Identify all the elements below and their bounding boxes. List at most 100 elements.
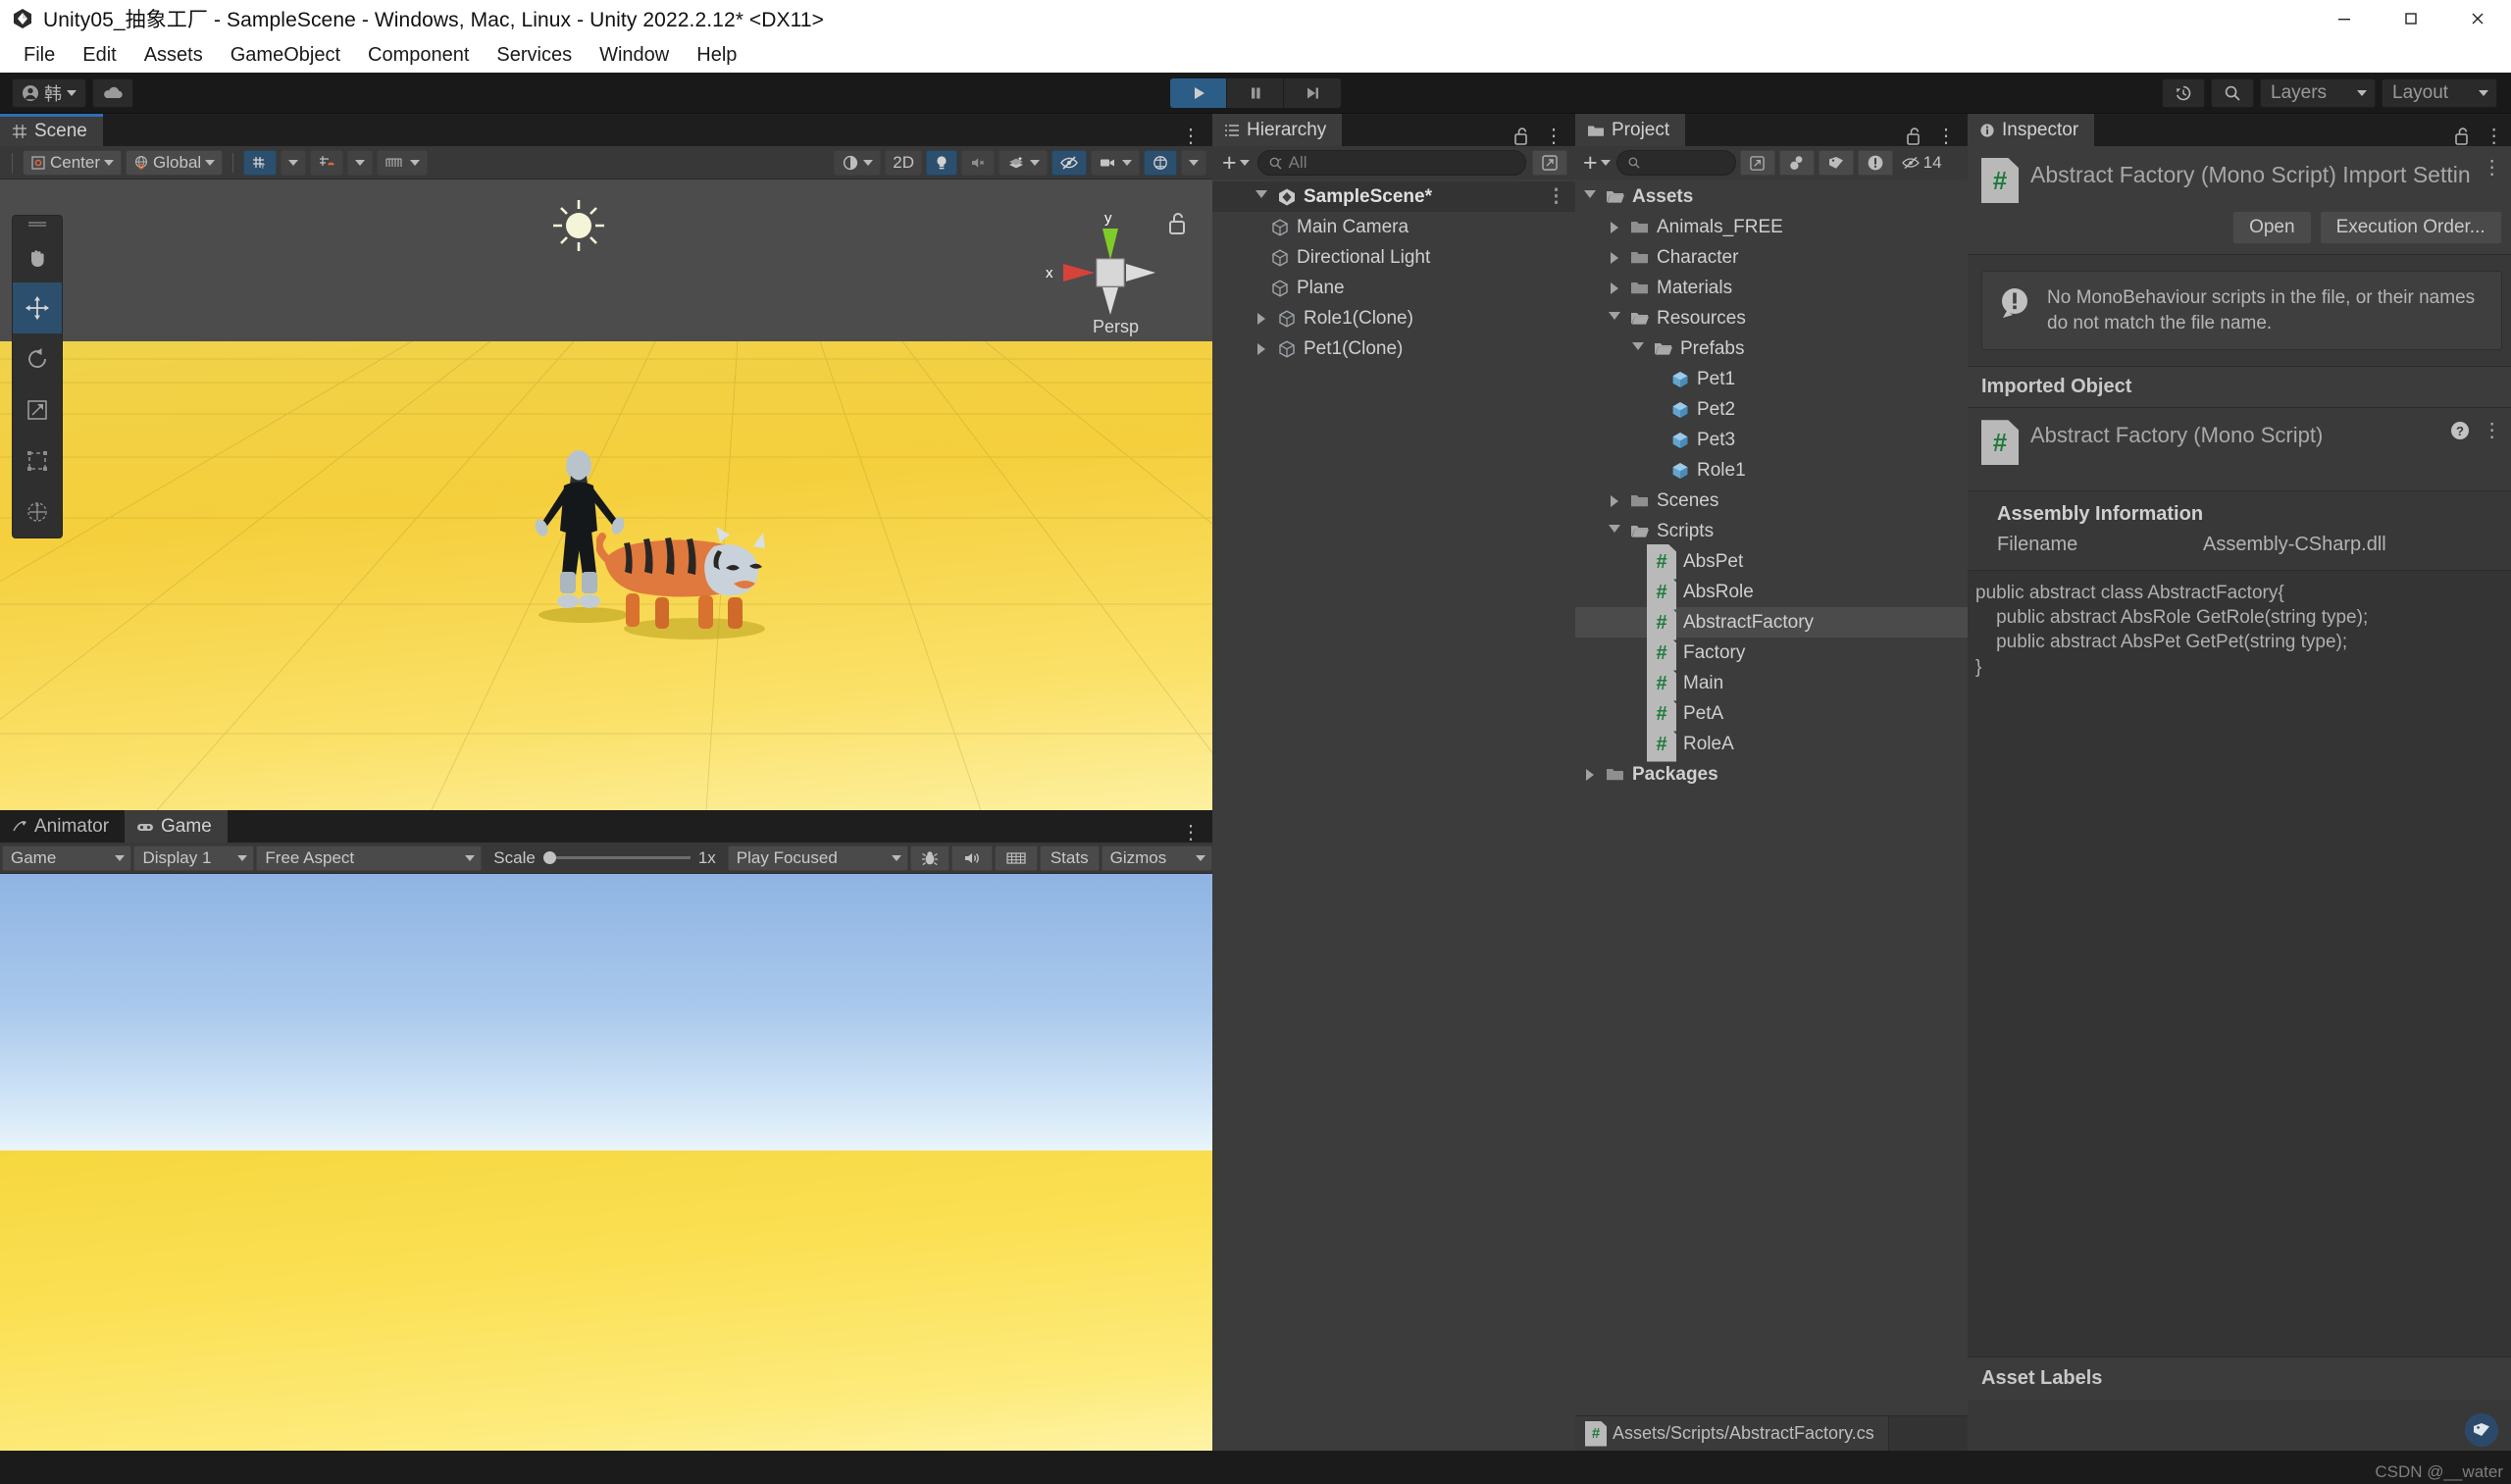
project-row-role1[interactable]: Role1: [1575, 455, 1968, 486]
scene-visibility-toggle[interactable]: [1051, 150, 1087, 176]
asset-label-tag-button[interactable]: [2465, 1413, 2498, 1447]
project-warnings-button[interactable]: [1858, 150, 1893, 176]
search-button[interactable]: [2211, 78, 2254, 108]
import-settings-kebab[interactable]: ⋮: [2483, 158, 2502, 178]
inspector-menu-kebab[interactable]: ⋮: [2485, 127, 2504, 146]
breadcrumb[interactable]: # Assets/Scripts/AbstractFactory.cs: [1575, 1416, 1889, 1451]
tab-hierarchy[interactable]: Hierarchy: [1212, 114, 1342, 146]
scene-fx-toggle[interactable]: [999, 150, 1048, 176]
hierarchy-row-plane[interactable]: Plane: [1212, 273, 1575, 303]
hierarchy-menu-kebab[interactable]: ⋮: [1544, 127, 1563, 146]
project-label-filter-button[interactable]: [1819, 150, 1854, 176]
scene-camera-button[interactable]: [1091, 150, 1140, 176]
menu-file[interactable]: File: [10, 40, 69, 71]
toggle-2d-button[interactable]: 2D: [885, 150, 922, 176]
scale-tool-button[interactable]: [13, 384, 62, 435]
draw-mode-dropdown[interactable]: [834, 150, 881, 176]
lock-open-icon[interactable]: [2453, 127, 2471, 146]
project-row-main[interactable]: # Main: [1575, 668, 1968, 698]
project-add-button[interactable]: +: [1581, 151, 1613, 176]
project-row-scripts[interactable]: Scripts: [1575, 516, 1968, 546]
game-viewport[interactable]: [0, 874, 1212, 1451]
help-icon[interactable]: ?: [2449, 420, 2471, 441]
play-button[interactable]: [1170, 78, 1227, 108]
scale-slider[interactable]: [543, 856, 691, 859]
hierarchy-row-main-camera[interactable]: Main Camera: [1212, 212, 1575, 242]
gizmos-dropdown[interactable]: Gizmos: [1102, 845, 1212, 871]
disclosure-triangle[interactable]: [1606, 282, 1623, 294]
project-row-peta[interactable]: # PetA: [1575, 698, 1968, 729]
disclosure-triangle[interactable]: [1606, 252, 1623, 264]
hierarchy-tree[interactable]: SampleScene* ⋮ Main Camera: [1212, 179, 1575, 1451]
lock-open-icon[interactable]: [1512, 127, 1530, 146]
scene-lighting-toggle[interactable]: [926, 150, 957, 176]
project-row-prefabs[interactable]: Prefabs: [1575, 333, 1968, 364]
project-row-resources[interactable]: Resources: [1575, 303, 1968, 333]
close-button[interactable]: [2444, 0, 2511, 37]
magnet-snap-toggle[interactable]: [310, 150, 343, 176]
hierarchy-open-search-button[interactable]: [1532, 150, 1567, 176]
tab-project[interactable]: Project: [1575, 114, 1685, 146]
hierarchy-search-input[interactable]: All: [1257, 150, 1526, 176]
hand-tool-button[interactable]: [13, 231, 62, 282]
rect-tool-button[interactable]: [13, 435, 62, 486]
scene-gizmo-lock-icon[interactable]: [1165, 211, 1189, 236]
project-row-packages[interactable]: Packages: [1575, 759, 1968, 790]
menu-edit[interactable]: Edit: [69, 40, 129, 71]
disclosure-triangle[interactable]: [1253, 313, 1270, 325]
hierarchy-row-role1-clone[interactable]: Role1(Clone): [1212, 303, 1575, 333]
menu-component[interactable]: Component: [354, 40, 483, 71]
disclosure-triangle[interactable]: [1606, 312, 1623, 326]
pivot-mode-button[interactable]: Center: [23, 150, 122, 176]
project-row-abspet[interactable]: # AbsPet: [1575, 546, 1968, 577]
grid-snap-dropdown[interactable]: [281, 150, 306, 176]
disclosure-triangle[interactable]: [1606, 525, 1623, 538]
project-open-search-button[interactable]: [1740, 150, 1775, 176]
imported-object-kebab[interactable]: ⋮: [2483, 421, 2502, 440]
project-tree[interactable]: Assets Animals_FREE Character: [1575, 179, 1968, 1415]
disclosure-triangle[interactable]: [1581, 769, 1599, 781]
project-row-pet3[interactable]: Pet3: [1575, 425, 1968, 455]
project-hidden-count[interactable]: 14: [1897, 153, 1946, 173]
disclosure-triangle[interactable]: [1629, 342, 1647, 356]
tab-animator[interactable]: Animator: [0, 810, 125, 843]
tab-scene[interactable]: Scene: [0, 114, 103, 146]
menu-window[interactable]: Window: [586, 40, 683, 71]
project-row-factory[interactable]: # Factory: [1575, 638, 1968, 668]
scene-audio-toggle[interactable]: [961, 150, 995, 176]
scene-gizmos-toggle[interactable]: [1144, 150, 1177, 176]
tab-game[interactable]: Game: [125, 810, 228, 843]
project-menu-kebab[interactable]: ⋮: [1936, 127, 1956, 146]
project-row-animals-free[interactable]: Animals_FREE: [1575, 212, 1968, 242]
disclosure-triangle[interactable]: [1606, 222, 1623, 233]
play-mode-dropdown[interactable]: Play Focused: [728, 845, 908, 871]
project-row-assets[interactable]: Assets: [1575, 181, 1968, 212]
handle-space-button[interactable]: Global: [126, 150, 223, 176]
hierarchy-row-samplescene[interactable]: SampleScene* ⋮: [1212, 181, 1575, 212]
scene-viewport[interactable]: y x Persp: [0, 179, 1212, 810]
game-stats-grid-button[interactable]: [995, 845, 1038, 871]
menu-gameobject[interactable]: GameObject: [217, 40, 354, 71]
scale-slider-knob[interactable]: [543, 851, 556, 864]
scene-context-kebab[interactable]: ⋮: [1547, 185, 1565, 208]
tab-inspector[interactable]: Inspector: [1968, 114, 2094, 146]
disclosure-triangle[interactable]: [1606, 495, 1623, 507]
scene-axis-gizmo[interactable]: y x: [1038, 205, 1185, 323]
maximize-button[interactable]: [2378, 0, 2444, 37]
project-row-abstractfactory[interactable]: # AbstractFactory: [1575, 607, 1968, 638]
menu-assets[interactable]: Assets: [130, 40, 217, 71]
execution-order-button[interactable]: Execution Order...: [2320, 211, 2502, 244]
pause-button[interactable]: [1227, 78, 1284, 108]
move-tool-button[interactable]: [13, 282, 62, 333]
rotate-tool-button[interactable]: [13, 333, 62, 384]
menu-help[interactable]: Help: [683, 40, 750, 71]
layers-dropdown[interactable]: Layers: [2260, 78, 2376, 108]
hierarchy-row-pet1-clone[interactable]: Pet1(Clone): [1212, 333, 1575, 364]
tool-palette-grip[interactable]: [13, 216, 62, 231]
project-row-absrole[interactable]: # AbsRole: [1575, 577, 1968, 607]
layout-dropdown[interactable]: Layout: [2382, 78, 2497, 108]
undo-history-button[interactable]: [2162, 78, 2205, 108]
stats-button[interactable]: Stats: [1040, 845, 1100, 871]
cloud-button[interactable]: [92, 78, 133, 108]
project-row-pet1[interactable]: Pet1: [1575, 364, 1968, 394]
